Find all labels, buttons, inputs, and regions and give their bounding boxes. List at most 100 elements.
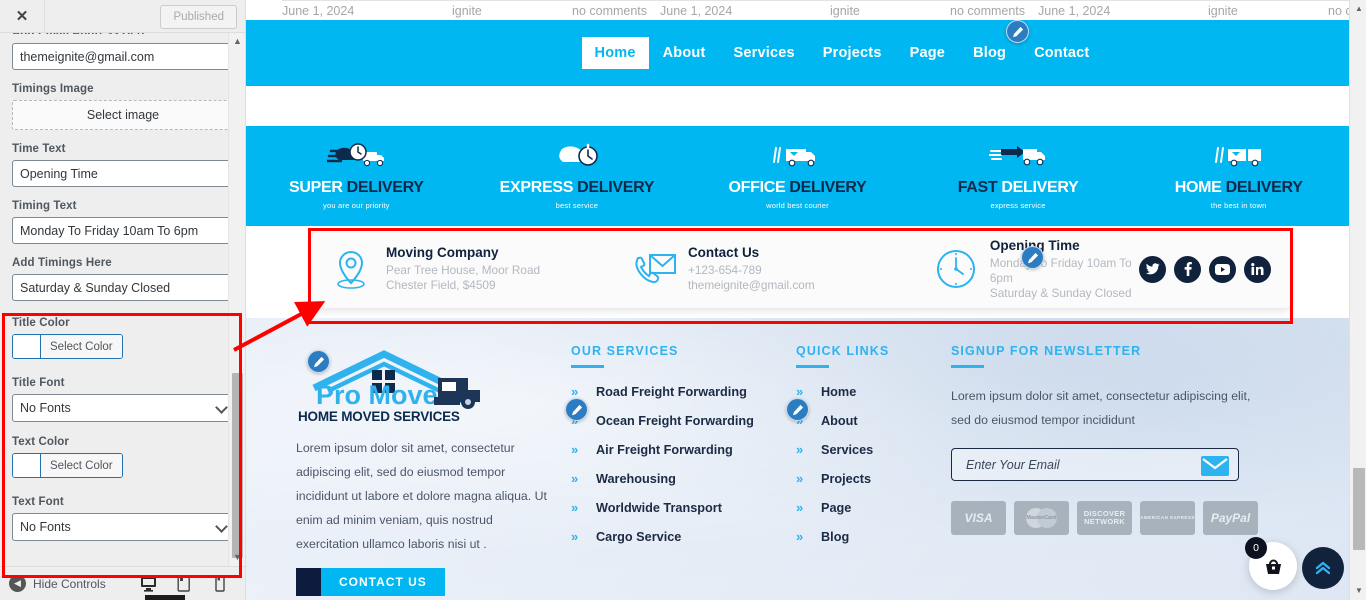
add-timings-input[interactable]	[12, 274, 234, 301]
tablet-icon[interactable]	[174, 574, 194, 594]
blog-meta-item: June 1, 2024 ignite no comments	[660, 0, 1038, 18]
footer-link-blog[interactable]: » Blog	[796, 529, 951, 544]
customizer-sidebar: ✕ Published Add Email Address Here Timin…	[0, 0, 246, 600]
close-customizer-button[interactable]: ✕	[0, 0, 45, 32]
footer-link-page[interactable]: » Page	[796, 500, 951, 515]
preview-scrollbar-thumb[interactable]	[1353, 468, 1365, 550]
contact-contact-text: Contact Us +123-654-789 themeignite@gmai…	[688, 245, 815, 293]
footer-link-road-freight[interactable]: » Road Freight Forwarding	[571, 384, 796, 399]
select-color-button[interactable]: Select Color	[41, 335, 122, 358]
link-label[interactable]: Air Freight Forwarding	[596, 443, 733, 457]
edit-pencil-icon-quick-links[interactable]	[786, 398, 809, 421]
time-text-input[interactable]	[12, 160, 234, 187]
footer-logo-subtitle: HOME MOVED SERVICES	[298, 409, 460, 424]
link-label[interactable]: Cargo Service	[596, 530, 681, 544]
select-color-button[interactable]: Select Color	[41, 454, 122, 477]
envelope-send-icon[interactable]	[1201, 456, 1229, 481]
edit-pencil-icon-nav[interactable]	[1006, 20, 1029, 43]
nav-item-blog[interactable]: Blog	[959, 37, 1020, 69]
nav-item-home[interactable]: Home	[581, 37, 649, 69]
footer-link-worldwide-transport[interactable]: » Worldwide Transport	[571, 500, 796, 515]
twitter-icon[interactable]	[1139, 255, 1166, 283]
cart-float-button[interactable]: 0	[1245, 537, 1297, 590]
scroll-up-arrow-icon[interactable]: ▲	[1354, 4, 1364, 14]
blog-author: ignite	[830, 4, 860, 18]
title-font-select-wrapper[interactable]: No Fonts	[12, 394, 234, 422]
link-label[interactable]: Services	[821, 443, 873, 457]
footer-contact-us-button[interactable]: CONTACT US	[296, 568, 445, 596]
footer-link-services[interactable]: » Services	[796, 442, 951, 457]
edit-pencil-icon-socials[interactable]	[1021, 246, 1044, 269]
link-label[interactable]: Road Freight Forwarding	[596, 385, 747, 399]
delivery-logo-super: SUPER DELIVERY you are our priority	[246, 142, 467, 210]
edit-pencil-icon-services[interactable]	[565, 398, 588, 421]
scroll-down-arrow-icon[interactable]: ▼	[1354, 586, 1364, 596]
sidebar-scrollbar-thumb[interactable]	[232, 373, 243, 558]
footer-column-newsletter: SIGNUP FOR NEWSLETTER Lorem ipsum dolor …	[951, 344, 1271, 600]
link-label[interactable]: Worldwide Transport	[596, 501, 722, 515]
mobile-icon[interactable]	[210, 574, 230, 594]
customizer-screen: ✕ Published Add Email Address Here Timin…	[0, 0, 1366, 600]
footer-link-cargo-service[interactable]: » Cargo Service	[571, 529, 796, 544]
link-label[interactable]: About	[821, 414, 858, 428]
control-title-color: Title Color Select Color	[12, 317, 234, 363]
nav-item-page[interactable]: Page	[896, 37, 959, 69]
link-label[interactable]: Home	[821, 385, 856, 399]
footer-link-ocean-freight[interactable]: »Ocean Freight Forwarding	[571, 413, 796, 428]
nav-item-contact[interactable]: Contact	[1020, 37, 1103, 69]
edit-pencil-icon-footer-logo[interactable]	[307, 350, 330, 373]
nav-item-about[interactable]: About	[649, 37, 720, 69]
control-label: Title Color	[12, 317, 70, 329]
sidebar-scrollbar[interactable]: ▲ ▼	[228, 33, 245, 566]
back-to-top-button[interactable]	[1302, 547, 1344, 589]
social-links	[1139, 255, 1271, 283]
link-label[interactable]: Page	[821, 501, 851, 515]
text-font-select[interactable]: No Fonts	[12, 513, 234, 541]
published-status-button[interactable]: Published	[160, 5, 237, 29]
site-preview: June 1, 2024 ignite no comments June 1, …	[246, 0, 1349, 600]
footer-link-air-freight[interactable]: » Air Freight Forwarding	[571, 442, 796, 457]
footer-about-text: Lorem ipsum dolor sit amet, consectetur …	[296, 441, 547, 551]
delivery-logo-office: OFFICE DELIVERY world best courier	[687, 142, 908, 210]
youtube-icon[interactable]	[1209, 255, 1236, 283]
email-address-input[interactable]	[12, 43, 234, 70]
linkedin-icon[interactable]	[1244, 255, 1271, 283]
link-label[interactable]: Ocean Freight Forwarding	[596, 414, 754, 428]
footer-link-projects[interactable]: » Projects	[796, 471, 951, 486]
desktop-icon[interactable]	[138, 574, 158, 594]
text-font-select-wrapper[interactable]: No Fonts	[12, 513, 234, 541]
text-color-picker[interactable]: Select Color	[12, 453, 123, 478]
footer-link-about[interactable]: »About	[796, 413, 951, 428]
newsletter-email-field[interactable]	[951, 448, 1239, 481]
customizer-controls-scroll[interactable]: Add Email Address Here Timings Image Sel…	[0, 33, 245, 566]
link-label[interactable]: Blog	[821, 530, 849, 544]
delivery-word-2: DELIVERY	[1225, 179, 1303, 196]
title-font-select[interactable]: No Fonts	[12, 394, 234, 422]
blog-comments: no comments	[572, 4, 648, 18]
select-image-button[interactable]: Select image	[12, 100, 234, 130]
contact-button-label[interactable]: CONTACT US	[321, 568, 445, 596]
link-label[interactable]: Warehousing	[596, 472, 676, 486]
newsletter-email-input[interactable]	[966, 457, 1224, 472]
delivery-word-2: DELIVERY	[789, 179, 867, 196]
facebook-icon[interactable]	[1174, 255, 1201, 283]
footer-link-home[interactable]: » Home	[796, 384, 951, 399]
scroll-down-arrow-icon[interactable]: ▼	[232, 552, 243, 563]
scroll-up-arrow-icon[interactable]: ▲	[232, 36, 243, 47]
delivery-tagline: the best in town	[1210, 201, 1267, 210]
double-chevron-right-icon: »	[571, 471, 578, 486]
footer-link-warehousing[interactable]: » Warehousing	[571, 471, 796, 486]
mastercard-label: MasterCard	[1026, 515, 1057, 521]
contact-block-address: Moving Company Pear Tree House, Moor Roa…	[331, 245, 633, 293]
nav-item-projects[interactable]: Projects	[809, 37, 896, 69]
hide-controls-button[interactable]: ◀ Hide Controls	[9, 575, 106, 592]
delivery-word-2: DELIVERY	[346, 179, 424, 196]
contact-line-1: +123-654-789	[687, 263, 762, 277]
delivery-word-1: OFFICE	[728, 179, 786, 196]
timing-text-input[interactable]	[12, 217, 234, 244]
nav-item-services[interactable]: Services	[720, 37, 809, 69]
link-label[interactable]: Projects	[821, 472, 871, 486]
delivery-tagline: best service	[555, 201, 599, 210]
title-color-picker[interactable]: Select Color	[12, 334, 123, 359]
preview-scrollbar[interactable]: ▲ ▼	[1349, 0, 1366, 600]
